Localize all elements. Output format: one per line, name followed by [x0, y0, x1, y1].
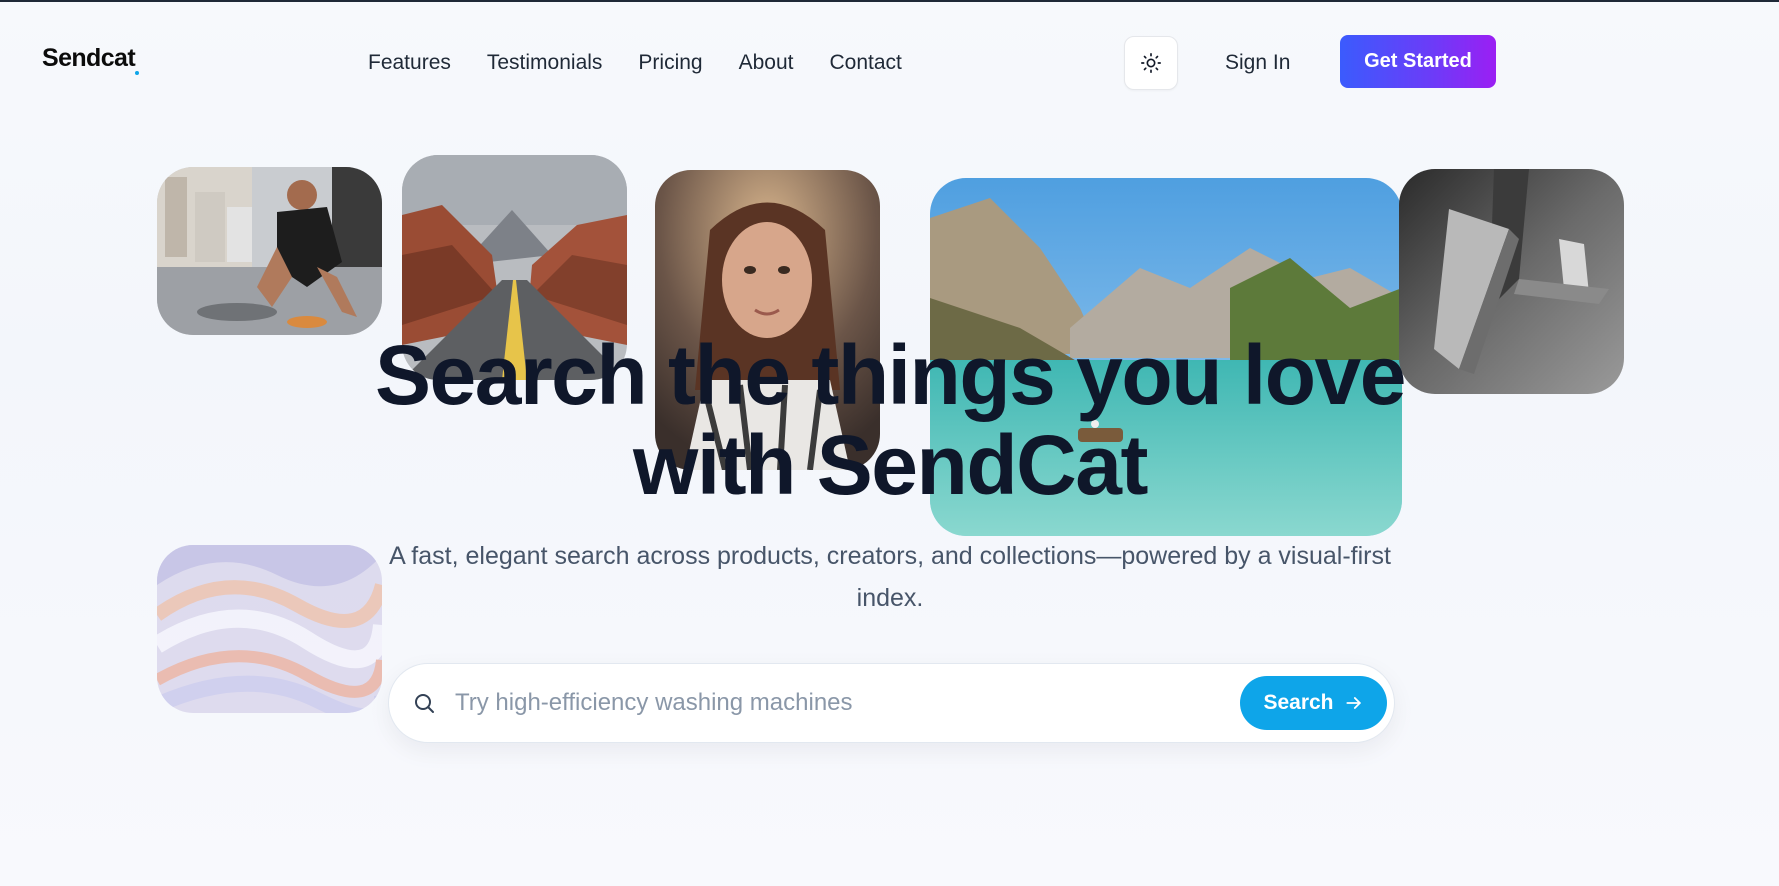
- search-button[interactable]: Search: [1240, 676, 1387, 730]
- arrow-right-icon: [1345, 697, 1361, 709]
- get-started-button[interactable]: Get Started: [1340, 35, 1496, 88]
- hero-title-line-1: Search the things you love: [375, 328, 1406, 422]
- nav-item-about[interactable]: About: [739, 50, 794, 76]
- hero-subtitle: A fast, elegant search across products, …: [340, 535, 1440, 619]
- hero-subtitle-line-2: index.: [856, 584, 924, 612]
- runner-tying-shoe-photo: [157, 167, 382, 335]
- hero-subtitle-line-1: A fast, elegant search across products, …: [389, 542, 1391, 570]
- nav-item-testimonials[interactable]: Testimonials: [487, 50, 603, 76]
- nav-item-contact[interactable]: Contact: [830, 50, 902, 76]
- theme-toggle-button[interactable]: [1124, 36, 1178, 90]
- search-input[interactable]: [453, 680, 1217, 726]
- hero-title-line-2: with SendCat: [632, 418, 1149, 512]
- hero-title: Search the things you love with SendCat: [340, 330, 1440, 510]
- search-icon: [415, 694, 434, 713]
- nav-item-features[interactable]: Features: [368, 50, 451, 76]
- sign-in-link[interactable]: Sign In: [1225, 50, 1290, 76]
- search-button-label: Search: [1263, 691, 1334, 714]
- sun-icon: [1141, 53, 1161, 73]
- nav-item-pricing[interactable]: Pricing: [638, 50, 702, 76]
- logo-dot: [135, 71, 139, 75]
- top-border: [0, 0, 1779, 2]
- brand-logo[interactable]: Sendcat: [42, 44, 136, 73]
- search-bar: Search: [388, 663, 1395, 743]
- main-nav: Features Testimonials Pricing About Cont…: [368, 50, 938, 76]
